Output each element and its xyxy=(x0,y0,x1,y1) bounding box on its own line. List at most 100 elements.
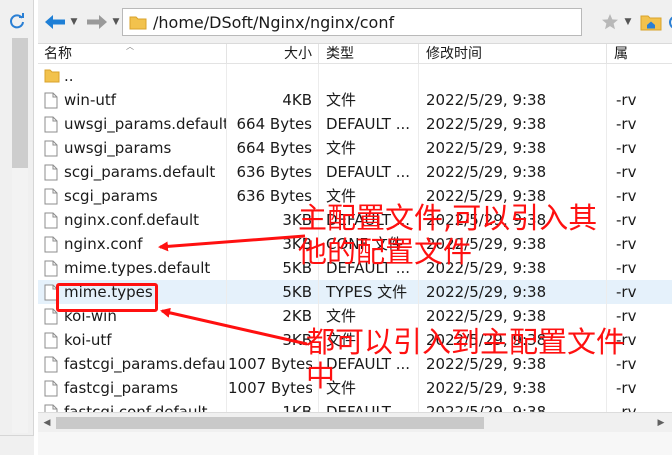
file-row[interactable]: mime.types 5KB TYPES 文件 2022/5/29, 9:38 -rv xyxy=(38,280,672,304)
left-pane-footer xyxy=(0,435,34,455)
column-name-header[interactable]: 名称 xyxy=(44,44,224,64)
file-icon xyxy=(44,284,60,301)
file-modified: 2022/5/29, 9:38 xyxy=(426,259,547,277)
file-row[interactable]: win-utf 4KB 文件 2022/5/29, 9:38 -rv xyxy=(38,88,672,112)
left-scrollbar-thumb[interactable] xyxy=(12,38,28,168)
file-row[interactable]: koi-win 2KB 文件 2022/5/29, 9:38 -rv xyxy=(38,304,672,328)
forward-arrow-icon[interactable] xyxy=(84,10,110,34)
file-size: 636 Bytes xyxy=(236,187,313,205)
file-name: nginx.conf xyxy=(64,235,143,253)
file-size xyxy=(228,64,312,88)
file-icon xyxy=(44,260,60,277)
scroll-right-arrow-icon[interactable]: ▶ xyxy=(654,416,668,430)
column-divider[interactable] xyxy=(226,44,227,64)
folder-icon xyxy=(44,68,60,85)
file-icon xyxy=(44,236,60,253)
column-divider[interactable] xyxy=(606,44,607,64)
left-scrollbar[interactable] xyxy=(12,38,28,433)
scroll-left-arrow-icon[interactable]: ◀ xyxy=(40,416,54,430)
file-type: DEFAULT ... xyxy=(326,259,410,277)
file-size: 5KB xyxy=(282,283,312,301)
file-icon xyxy=(44,380,60,397)
file-row[interactable]: nginx.conf 3KB CONF 文件 2022/5/29, 9:38 -rv xyxy=(38,232,672,256)
file-type: DEFAULT ... xyxy=(326,163,410,181)
file-row[interactable]: uwsgi_params 664 Bytes 文件 2022/5/29, 9:38 -r… xyxy=(38,136,672,160)
file-size: 3KB xyxy=(282,235,312,253)
file-icon xyxy=(44,188,60,205)
file-permissions: -rv xyxy=(616,235,637,253)
chevron-down-icon: ▼ xyxy=(624,17,632,27)
file-permissions: -rv xyxy=(616,259,637,277)
forward-history-dropdown[interactable]: ▼ xyxy=(110,10,122,34)
horizontal-scrollbar[interactable]: ◀ ▶ xyxy=(38,412,672,432)
file-type: DEFAULT ... xyxy=(326,355,410,373)
file-name: koi-win xyxy=(64,307,117,325)
column-attributes-header[interactable]: 属 xyxy=(614,44,672,64)
star-icon[interactable] xyxy=(598,10,622,34)
column-divider-line xyxy=(226,64,227,412)
refresh-icon[interactable] xyxy=(666,10,672,34)
file-row[interactable]: scgi_params.default 636 Bytes DEFAULT ... 2… xyxy=(38,160,672,184)
column-modified-header[interactable]: 修改时间 xyxy=(426,44,606,64)
file-row[interactable]: fastcgi_params.default 1007 Bytes DEFAULT … xyxy=(38,352,672,376)
file-modified: 2022/5/29, 9:38 xyxy=(426,187,547,205)
column-divider[interactable] xyxy=(418,44,419,64)
file-name: uwsgi_params.default xyxy=(64,115,226,133)
file-permissions: -rv xyxy=(616,211,637,229)
file-type: TYPES 文件 xyxy=(326,283,408,301)
file-row[interactable]: fastcgi_params 1007 Bytes 文件 2022/5/29, 9:3… xyxy=(38,376,672,400)
file-modified: 2022/5/29, 9:38 xyxy=(426,307,547,325)
file-icon xyxy=(44,308,60,325)
left-refresh-icon[interactable] xyxy=(6,10,28,32)
file-modified: 2022/5/29, 9:38 xyxy=(426,115,547,133)
file-name: koi-utf xyxy=(64,331,112,349)
file-type: 文件 xyxy=(326,91,357,109)
file-size: 1007 Bytes xyxy=(228,355,312,373)
column-size-header[interactable]: 大小 xyxy=(228,44,312,64)
address-bar[interactable]: /home/DSoft/Nginx/nginx/conf xyxy=(122,8,582,36)
file-permissions: -rv xyxy=(616,355,637,373)
file-row[interactable]: koi-utf 3KB 文件 2022/5/29, 9:38 -rv xyxy=(38,328,672,352)
column-divider-line xyxy=(318,64,319,412)
file-icon xyxy=(44,356,60,373)
file-modified: 2022/5/29, 9:38 xyxy=(426,379,547,397)
bookmarks-dropdown[interactable]: ▼ xyxy=(622,10,634,34)
file-row[interactable]: mime.types.default 5KB DEFAULT ... 2022/5/2… xyxy=(38,256,672,280)
file-type: 文件 xyxy=(326,331,357,349)
file-permissions: -rv xyxy=(616,379,637,397)
file-name: mime.types xyxy=(64,283,153,301)
file-type: DEFAULT ... xyxy=(326,403,410,412)
file-row[interactable]: nginx.conf.default 3KB DEFAULT ... 2022/5/2… xyxy=(38,208,672,232)
column-divider[interactable] xyxy=(318,44,319,64)
file-size: 3KB xyxy=(282,331,312,349)
horizontal-scrollbar-thumb[interactable] xyxy=(56,417,484,429)
file-type: 文件 xyxy=(326,379,357,397)
file-icon xyxy=(44,212,60,229)
file-row[interactable]: uwsgi_params.default 664 Bytes DEFAULT ...… xyxy=(38,112,672,136)
file-icon xyxy=(44,92,60,109)
back-arrow-icon[interactable] xyxy=(42,10,68,34)
file-modified: 2022/5/29, 9:38 xyxy=(426,163,547,181)
file-name: scgi_params.default xyxy=(64,163,216,181)
file-permissions: -rv xyxy=(616,307,637,325)
file-permissions: -rv xyxy=(616,331,637,349)
file-permissions: -rv xyxy=(616,115,637,133)
file-type: 文件 xyxy=(326,187,357,205)
file-permissions: -rv xyxy=(616,187,637,205)
file-name: scgi_params xyxy=(64,187,158,205)
file-modified xyxy=(426,64,616,88)
back-history-dropdown[interactable]: ▼ xyxy=(68,10,80,34)
file-row[interactable]: fastcgi.conf.default 1KB DEFAULT ... 2022/5… xyxy=(38,400,672,412)
file-modified: 2022/5/29, 9:38 xyxy=(426,403,547,412)
file-size: 5KB xyxy=(282,259,312,277)
column-type-header[interactable]: 类型 xyxy=(326,44,416,64)
file-icon xyxy=(44,332,60,349)
file-size: 1KB xyxy=(282,403,312,412)
file-row[interactable]: scgi_params 636 Bytes 文件 2022/5/29, 9:38 -rv xyxy=(38,184,672,208)
home-folder-icon[interactable] xyxy=(638,10,664,34)
file-name: .. xyxy=(64,67,74,85)
file-modified: 2022/5/29, 9:38 xyxy=(426,355,547,373)
file-row[interactable]: .. xyxy=(38,64,672,88)
column-divider-line xyxy=(606,64,607,412)
address-path[interactable]: /home/DSoft/Nginx/nginx/conf xyxy=(153,13,394,32)
